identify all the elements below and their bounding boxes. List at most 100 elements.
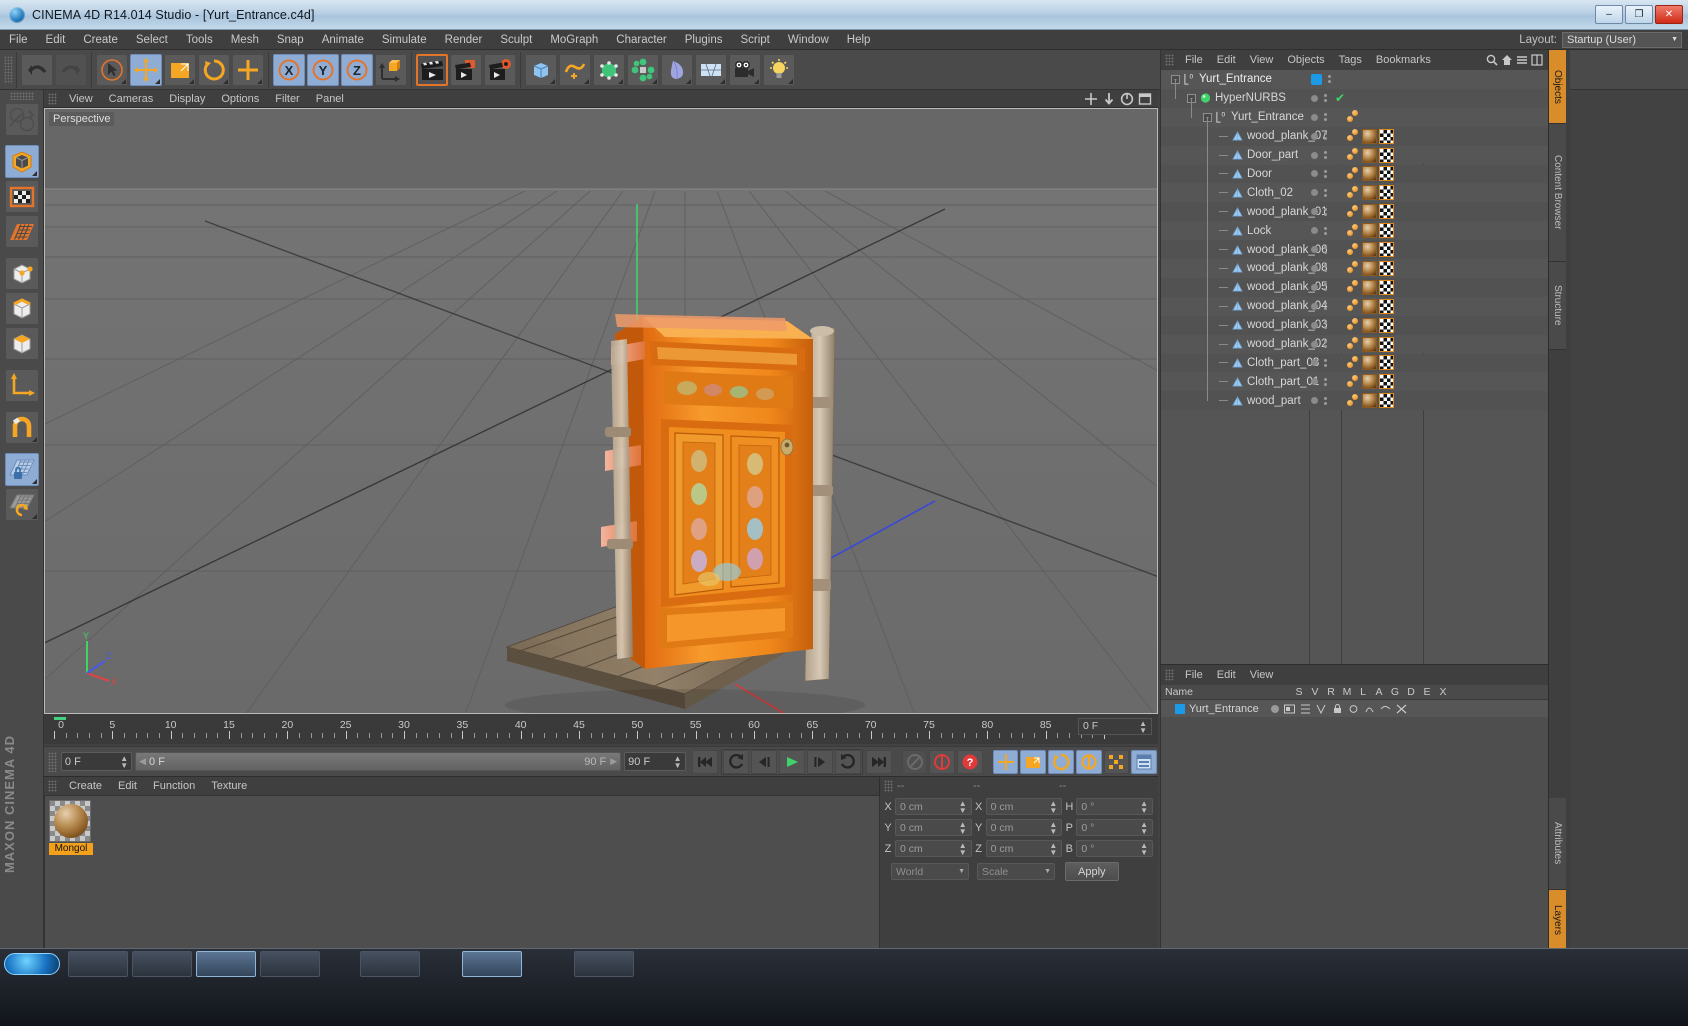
layer-expression-icon[interactable] — [1396, 704, 1407, 714]
uvw-tag-icon[interactable] — [1379, 242, 1394, 258]
spinner-icon[interactable]: ▲ ▼ — [120, 754, 128, 769]
object-tags[interactable] — [1346, 279, 1394, 295]
taskbar-item[interactable] — [574, 951, 634, 977]
uvw-tag-icon[interactable] — [1379, 185, 1394, 201]
taskbar-item[interactable] — [260, 951, 320, 977]
visibility-dots[interactable] — [1311, 283, 1327, 292]
layer-lock-icon[interactable] — [1332, 703, 1343, 714]
enable-check-icon[interactable]: ✔ — [1335, 91, 1345, 105]
visibility-dot[interactable] — [1311, 283, 1318, 291]
add-environment-button[interactable] — [695, 53, 727, 86]
uvw-tag-icon[interactable] — [1379, 355, 1394, 371]
layer-row[interactable]: Yurt_Entrance — [1161, 700, 1548, 717]
layer-menu-edit[interactable]: Edit — [1210, 665, 1243, 685]
magnet-tool-button[interactable] — [4, 411, 39, 444]
object-tags[interactable] — [1346, 110, 1360, 124]
menu-item-select[interactable]: Select — [127, 30, 177, 50]
material-tag-icon[interactable] — [1362, 393, 1377, 409]
editor-render-dots[interactable] — [1324, 283, 1327, 292]
viewport-menu-display[interactable]: Display — [161, 90, 213, 108]
protection-tag-icon[interactable] — [1346, 110, 1360, 124]
add-cube-button[interactable] — [525, 53, 557, 86]
protection-tag-icon[interactable] — [1346, 148, 1360, 162]
current-frame-input[interactable]: 0 F ▲ ▼ — [60, 752, 133, 771]
material-menu-edit[interactable]: Edit — [110, 777, 145, 795]
uvw-tag-icon[interactable] — [1379, 317, 1394, 333]
previous-keyframe-button[interactable] — [723, 749, 750, 774]
points-mode-button[interactable] — [4, 257, 39, 290]
end-frame-input[interactable]: 90 F ▲ ▼ — [624, 752, 686, 771]
material-tag-icon[interactable] — [1362, 260, 1377, 276]
editor-render-dots[interactable] — [1324, 207, 1327, 216]
playback-grip[interactable] — [48, 751, 57, 772]
timeline-ruler-panel[interactable]: 051015202530354045505560657075808590 0 F… — [44, 716, 1158, 744]
keyframe-mode-button[interactable] — [1103, 749, 1130, 774]
object-tags[interactable] — [1346, 242, 1394, 258]
menu-item-plugins[interactable]: Plugins — [676, 30, 732, 50]
coordinate-mode-select[interactable]: Scale ▼ — [977, 863, 1055, 880]
scale-tool[interactable] — [164, 53, 196, 86]
material-item[interactable]: Mongol — [49, 800, 93, 855]
material-tag-icon[interactable] — [1362, 147, 1377, 163]
visibility-dot[interactable] — [1311, 132, 1318, 140]
object-row[interactable]: Cloth_part_03 — [1161, 353, 1549, 373]
move-tool[interactable] — [130, 53, 162, 86]
object-tags[interactable] — [1346, 185, 1394, 201]
editor-render-dots[interactable] — [1324, 113, 1327, 122]
collapse-icon[interactable] — [1516, 54, 1528, 66]
visibility-dot[interactable] — [1311, 397, 1318, 405]
object-tags[interactable] — [1346, 317, 1394, 333]
record-scale-button[interactable] — [1020, 749, 1047, 774]
visibility-dot[interactable] — [1311, 246, 1318, 254]
uvw-tag-icon[interactable] — [1379, 260, 1394, 276]
protection-tag-icon[interactable] — [1346, 299, 1360, 313]
object-menu-edit[interactable]: Edit — [1210, 50, 1243, 70]
visibility-dot[interactable] — [1311, 227, 1318, 235]
play-button[interactable] — [779, 749, 806, 774]
material-menu-texture[interactable]: Texture — [203, 777, 255, 795]
search-icon[interactable] — [1486, 54, 1498, 66]
timeline-frame-field[interactable]: 0 F ▲ ▼ — [1078, 718, 1152, 735]
layer-deformer-icon[interactable] — [1380, 704, 1391, 714]
uvw-tag-icon[interactable] — [1379, 393, 1394, 409]
go-to-start-button[interactable] — [692, 749, 719, 774]
object-manager-grip[interactable] — [1165, 54, 1174, 66]
texture-mode-button[interactable] — [4, 180, 39, 213]
viewport-menu-grip[interactable] — [48, 92, 57, 105]
axis-mode-button[interactable] — [4, 369, 39, 402]
viewport-menu-panel[interactable]: Panel — [308, 90, 352, 108]
menu-item-file[interactable]: File — [0, 30, 37, 50]
taskbar-item-active[interactable] — [196, 951, 256, 977]
uvw-tag-icon[interactable] — [1379, 223, 1394, 239]
layout-icon[interactable] — [1531, 54, 1543, 66]
uvw-tag-icon[interactable] — [1379, 336, 1394, 352]
maximize-button[interactable]: ❐ — [1625, 5, 1653, 24]
material-tag-icon[interactable] — [1362, 298, 1377, 314]
editor-render-dots[interactable] — [1324, 377, 1327, 386]
object-row[interactable]: wood_plank_05 — [1161, 277, 1549, 297]
visibility-dot[interactable] — [1311, 340, 1318, 348]
taskbar-item[interactable] — [132, 951, 192, 977]
size-input-x[interactable]: 0 cm ▲ ▼ — [985, 798, 1063, 815]
autokey-button[interactable] — [901, 749, 928, 774]
layout-select[interactable]: Startup (User) ▼ — [1562, 31, 1682, 48]
visibility-dot[interactable] — [1311, 170, 1318, 178]
workplane-rotate-button[interactable] — [4, 488, 39, 521]
visibility-dots[interactable]: ✔ — [1311, 91, 1345, 105]
protection-tag-icon[interactable] — [1346, 166, 1360, 181]
object-row[interactable]: Cloth_part_01 — [1161, 372, 1549, 392]
move-alt-tool[interactable] — [232, 53, 264, 86]
add-deformer-button[interactable] — [661, 53, 693, 86]
record-pla-button[interactable] — [1075, 749, 1102, 774]
object-row[interactable]: Door_part — [1161, 145, 1549, 165]
visibility-dot[interactable] — [1311, 94, 1318, 102]
visibility-dot[interactable] — [1311, 264, 1318, 272]
visibility-dots[interactable] — [1311, 264, 1327, 273]
object-menu-bookmarks[interactable]: Bookmarks — [1369, 50, 1438, 70]
object-row[interactable]: wood_plank_08 — [1161, 259, 1549, 278]
object-menu-view[interactable]: View — [1243, 50, 1281, 70]
taskbar-item[interactable] — [68, 951, 128, 977]
viewport-menu-cameras[interactable]: Cameras — [101, 90, 162, 108]
rotation-input-b[interactable]: 0 ° ▲ ▼ — [1076, 840, 1154, 857]
object-menu-objects[interactable]: Objects — [1280, 50, 1331, 70]
